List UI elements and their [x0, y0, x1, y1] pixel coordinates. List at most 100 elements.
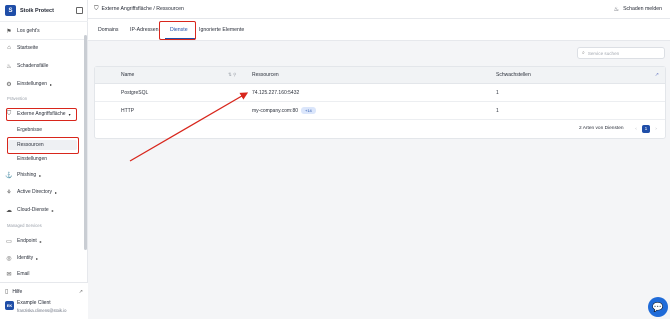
sidebar-subitem-einstellungen[interactable]: Einstellungen	[5, 154, 83, 164]
flame-icon: ♨	[6, 63, 12, 70]
sidebar-item-label: Email	[17, 271, 30, 277]
sidebar-item-label: Startseite	[17, 45, 39, 51]
breadcrumb-text: Externe Angriffsfläche / Ressourcen	[101, 6, 184, 12]
avatar: EK	[5, 301, 14, 310]
sidebar-item-endpoint[interactable]: ▭ Endpoint ▸	[5, 236, 83, 246]
chat-bubble-icon: 💬	[652, 301, 664, 312]
gear-icon: ⚙	[6, 81, 12, 88]
cell-name: PostgreSQL	[121, 90, 149, 96]
tree-icon: ⚘	[6, 189, 12, 196]
chat-support-button[interactable]: 💬	[648, 297, 668, 317]
sidebar-item-cloud-dienste[interactable]: ☁ Cloud-Dienste ▸	[5, 205, 83, 215]
highlight-tab-dienste	[159, 21, 196, 40]
cell-resource[interactable]: 74.125.227.160:5432	[252, 90, 299, 96]
report-damage-label: Schaden melden	[623, 6, 662, 12]
chevron-right-icon: ▸	[36, 255, 39, 261]
shield-icon: ⛉	[94, 5, 99, 12]
cell-vulnerabilities: 1	[496, 90, 499, 96]
collapse-sidebar-icon[interactable]	[76, 7, 83, 14]
cell-name: HTTP	[121, 108, 135, 114]
sidebar-item-email[interactable]: ✉ Email	[5, 270, 83, 278]
tab-domains[interactable]: Domains	[98, 27, 118, 33]
chevron-right-icon: ▸	[39, 172, 42, 178]
search-icon: ⌕	[582, 50, 585, 56]
help-link[interactable]: ▯ Hilfe ↗	[5, 287, 83, 296]
flag-icon: ⚑	[6, 28, 12, 35]
sidebar-item-label: Endpoint	[17, 238, 37, 244]
sidebar-item-label: Phishing	[17, 172, 37, 178]
sidebar-item-label: Schadensfälle	[17, 63, 49, 69]
divider	[0, 21, 88, 22]
sidebar-item-label: Cloud-Dienste	[17, 207, 49, 213]
highlight-externe-angriffsflaeche	[6, 108, 77, 121]
sidebar-scrollbar[interactable]	[84, 35, 87, 250]
service-type-count: 2 Arten von Diensten	[579, 126, 624, 131]
sidebar-item-active-directory[interactable]: ⚘ Active Directory ▸	[5, 187, 83, 197]
sidebar-item-label: Identity	[17, 255, 34, 261]
external-link-icon[interactable]: ↗	[655, 72, 659, 78]
cloud-icon: ☁	[6, 207, 12, 214]
brand-name: Stoik Protect	[20, 7, 54, 14]
service-search[interactable]: ⌕	[577, 47, 665, 59]
breadcrumb: ⛉ Externe Angriffsfläche / Ressourcen	[94, 6, 184, 13]
more-resources-badge[interactable]: +14	[301, 107, 316, 114]
chevron-right-icon: ▸	[51, 207, 54, 213]
book-icon: ▯	[5, 289, 9, 295]
section-label-managed-services: Managed Services	[7, 223, 42, 228]
sidebar-subitem-ergebnisse[interactable]: Ergebnisse	[5, 125, 83, 135]
column-header-name[interactable]: Name	[121, 72, 134, 78]
sidebar: S Stoik Protect ⚑ Los geht's ⌂ Startseit…	[0, 0, 88, 319]
identity-icon: ◎	[6, 255, 12, 262]
table-row[interactable]: HTTP my-company.com:80 +14 1	[95, 102, 665, 120]
section-label-praevention: Prävention	[7, 96, 28, 101]
sidebar-item-label: Einstellungen	[17, 81, 48, 87]
client-switcher[interactable]: EK Example Client franziska.climens@stoi…	[5, 300, 83, 318]
report-damage-button[interactable]: ♨ Schaden melden	[614, 6, 662, 13]
topbar: ⛉ Externe Angriffsfläche / Ressourcen ♨ …	[88, 0, 670, 19]
client-name: Example Client	[17, 300, 51, 306]
fish-icon: ⚓	[5, 172, 13, 179]
sidebar-item-label: Los geht's	[17, 28, 40, 34]
sidebar-subitem-label: Ergebnisse	[17, 127, 43, 133]
search-input[interactable]	[587, 50, 658, 56]
tab-ignorierte-elemente[interactable]: Ignorierte Elemente	[199, 27, 244, 33]
chevron-right-icon: ▸	[50, 81, 53, 87]
pagination-prev-icon[interactable]: ‹	[632, 125, 640, 133]
table-row[interactable]: PostgreSQL 74.125.227.160:5432 1	[95, 84, 665, 102]
services-table: Name ⇅ ⚲ Ressourcen Schwachstellen ↗ Pos…	[94, 66, 666, 139]
annotation-arrow	[129, 92, 249, 162]
sidebar-footer: ▯ Hilfe ↗ EK Example Client franziska.cl…	[0, 282, 88, 319]
flame-icon: ♨	[613, 6, 620, 13]
sort-filter-icon[interactable]: ⇅ ⚲	[228, 72, 237, 78]
stoik-logo-icon: S	[5, 5, 16, 16]
sidebar-subitem-label: Einstellungen	[17, 156, 48, 162]
sidebar-item-identity[interactable]: ◎ Identity ▸	[5, 253, 83, 263]
sidebar-item-los-gehts[interactable]: ⚑ Los geht's	[5, 26, 83, 36]
home-icon: ⌂	[7, 45, 11, 51]
sidebar-item-label: Active Directory	[17, 189, 53, 195]
table-footer: 2 Arten von Diensten ‹ 1 ›	[95, 120, 665, 138]
brand[interactable]: S Stoik Protect	[5, 5, 83, 16]
chevron-right-icon: ▸	[55, 189, 58, 195]
divider	[0, 39, 88, 40]
tab-ip-adressen[interactable]: IP-Adressen	[130, 27, 159, 33]
sidebar-item-einstellungen[interactable]: ⚙ Einstellungen ▸	[5, 79, 83, 89]
pagination-next-icon[interactable]: ›	[652, 125, 660, 133]
pagination-current-page[interactable]: 1	[642, 125, 650, 133]
help-label: Hilfe	[12, 288, 23, 295]
sidebar-item-schadensfaelle[interactable]: ♨ Schadensfälle	[5, 61, 83, 71]
mail-icon: ✉	[6, 271, 12, 278]
sidebar-item-startseite[interactable]: ⌂ Startseite	[5, 43, 83, 53]
column-header-schwachstellen[interactable]: Schwachstellen	[496, 72, 531, 78]
table-header: Name ⇅ ⚲ Ressourcen Schwachstellen ↗	[95, 67, 665, 84]
cell-resource[interactable]: my-company.com:80	[252, 108, 298, 114]
highlight-ressourcen	[7, 137, 79, 154]
chevron-right-icon: ▸	[39, 238, 42, 244]
sidebar-item-phishing[interactable]: ⚓ Phishing ▸	[5, 170, 83, 180]
monitor-icon: ▭	[6, 238, 12, 245]
client-email: franziska.climens@stoik.io	[17, 308, 67, 313]
cell-vulnerabilities: 1	[496, 108, 499, 114]
tab-bar: Domains IP-Adressen Dienste Ignorierte E…	[88, 19, 670, 41]
external-link-icon: ↗	[78, 288, 83, 295]
column-header-ressourcen[interactable]: Ressourcen	[252, 72, 279, 78]
